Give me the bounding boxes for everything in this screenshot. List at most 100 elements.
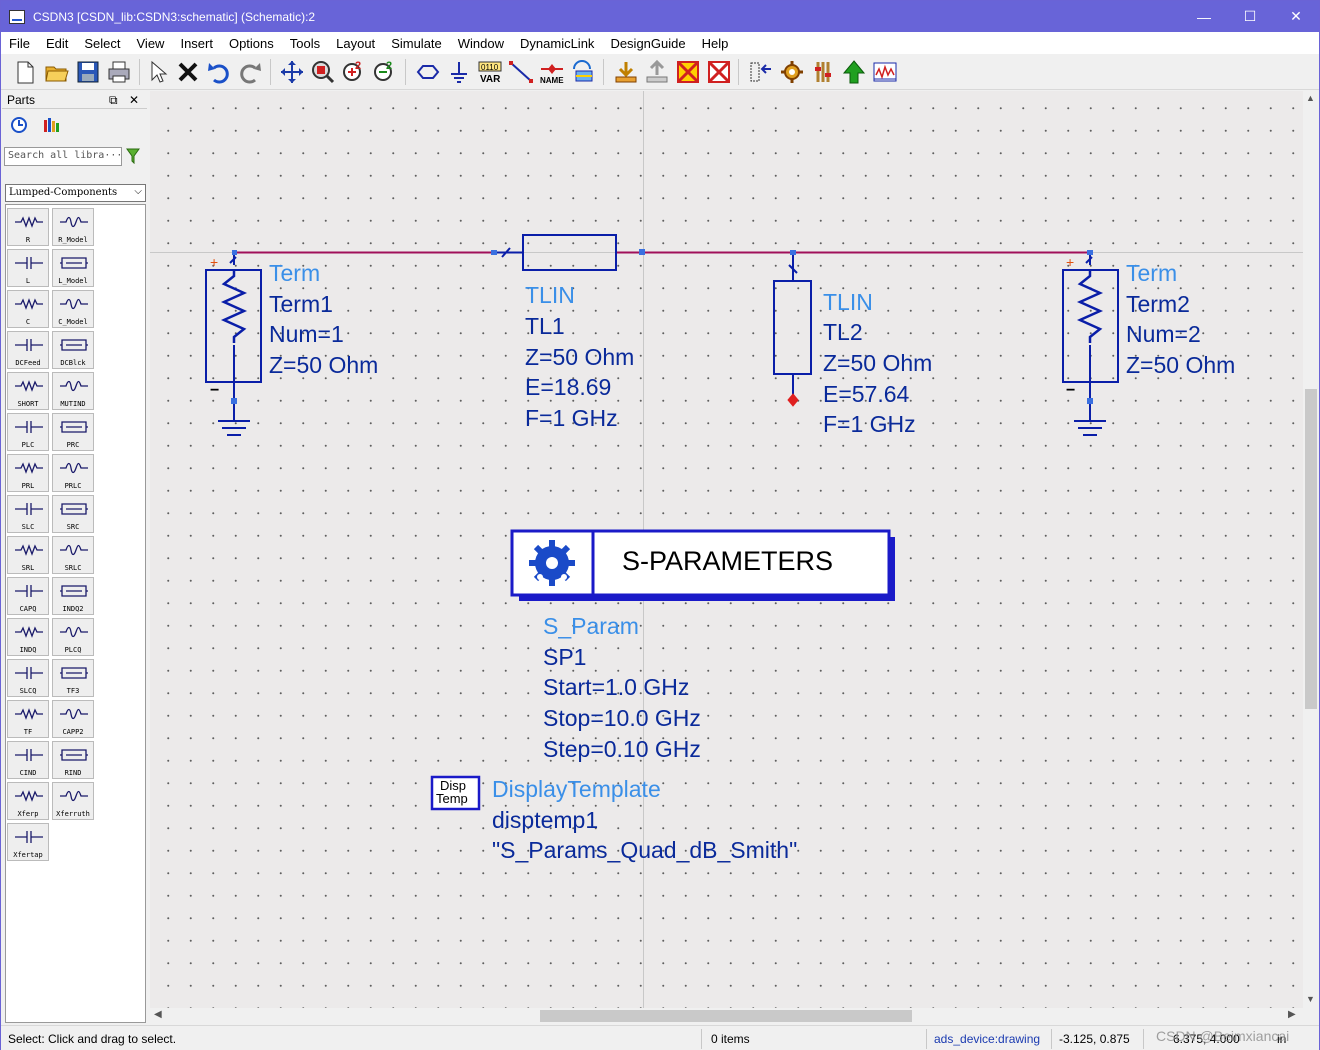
palette-item-prc[interactable]: PRC [52, 413, 94, 451]
term2-z-label: Z=50 Ohm [1126, 352, 1235, 378]
palette-item-tf[interactable]: TF [7, 700, 49, 738]
generate-layout-icon[interactable] [747, 58, 775, 86]
menu-options[interactable]: Options [221, 36, 282, 51]
palette-item-plc[interactable]: PLC [7, 413, 49, 451]
palette-item-xferp[interactable]: Xferp [7, 782, 49, 820]
menu-dynamiclink[interactable]: DynamicLink [512, 36, 602, 51]
redo-icon[interactable] [236, 58, 264, 86]
menu-window[interactable]: Window [450, 36, 512, 51]
palette-item-src[interactable]: SRC [52, 495, 94, 533]
var-icon[interactable]: 0110 VAR [476, 58, 504, 86]
palette-item-xfertap[interactable]: Xfertap [7, 823, 49, 861]
close-button[interactable]: ✕ [1273, 1, 1319, 32]
menu-tools[interactable]: Tools [282, 36, 328, 51]
status-layer[interactable]: ads_device:drawing [934, 1032, 1040, 1046]
parts-search-input[interactable]: Search all libra··· [4, 147, 122, 166]
menu-select[interactable]: Select [76, 36, 128, 51]
pan-icon[interactable] [278, 58, 306, 86]
palette-item-mutind[interactable]: MUTIND [52, 372, 94, 410]
insert-component-icon[interactable] [569, 58, 597, 86]
palette-item-indq[interactable]: INDQ [7, 618, 49, 656]
library-browser-icon[interactable] [42, 116, 60, 137]
delete-icon[interactable] [174, 58, 202, 86]
palette-item-cind[interactable]: CIND [7, 741, 49, 779]
slc-symbol-icon [15, 503, 43, 515]
horizontal-scroll-thumb[interactable] [540, 1010, 912, 1022]
menu-view[interactable]: View [129, 36, 173, 51]
port-icon[interactable] [414, 58, 442, 86]
palette-item-indq2[interactable]: INDQ2 [52, 577, 94, 615]
svg-text:+: + [1066, 254, 1074, 270]
menu-edit[interactable]: Edit [38, 36, 76, 51]
tuning-icon[interactable] [809, 58, 837, 86]
palette-item-dcblck[interactable]: DCBlck [52, 331, 94, 369]
vertical-scroll-thumb[interactable] [1305, 389, 1317, 709]
palette-item-l_model[interactable]: L_Model [52, 249, 94, 287]
palette-item-capp2[interactable]: CAPP2 [52, 700, 94, 738]
select-pointer-icon[interactable] [143, 58, 171, 86]
zoom-area-icon[interactable] [309, 58, 337, 86]
close-panel-icon[interactable]: ✕ [129, 93, 139, 107]
palette-item-plcq[interactable]: PLCQ [52, 618, 94, 656]
minimize-button[interactable]: — [1181, 1, 1227, 32]
scroll-up-icon[interactable]: ▲ [1306, 93, 1315, 103]
menu-insert[interactable]: Insert [172, 36, 221, 51]
float-panel-icon[interactable]: ⧉ [109, 93, 118, 108]
new-file-icon[interactable] [11, 58, 39, 86]
palette-item-l[interactable]: L [7, 249, 49, 287]
palette-item-c_model[interactable]: C_Model [52, 290, 94, 328]
horizontal-scrollbar[interactable]: ◀ ▶ [150, 1008, 1303, 1024]
palette-item-slcq[interactable]: SLCQ [7, 659, 49, 697]
name-icon[interactable]: NAME [538, 58, 566, 86]
simulation-setup-icon[interactable] [778, 58, 806, 86]
palette-item-prlc[interactable]: PRLC [52, 454, 94, 492]
library-select[interactable]: Lumped-Components ⌵ [5, 184, 146, 202]
palette-item-slc[interactable]: SLC [7, 495, 49, 533]
menu-designguide[interactable]: DesignGuide [602, 36, 693, 51]
simulate-icon[interactable] [840, 58, 868, 86]
palette-item-r[interactable]: R [7, 208, 49, 246]
zoom-in-icon[interactable]: 2 [340, 58, 368, 86]
term1-component[interactable]: + − [205, 250, 262, 436]
ground-icon[interactable] [445, 58, 473, 86]
print-icon[interactable] [105, 58, 133, 86]
palette-item-tf3[interactable]: TF3 [52, 659, 94, 697]
scroll-down-icon[interactable]: ▼ [1306, 994, 1315, 1004]
deactivate-icon[interactable] [674, 58, 702, 86]
palette-item-srlc[interactable]: SRLC [52, 536, 94, 574]
save-icon[interactable] [74, 58, 102, 86]
zoom-out-icon[interactable]: 2 [371, 58, 399, 86]
palette-item-rind[interactable]: RIND [52, 741, 94, 779]
palette-item-prl[interactable]: PRL [7, 454, 49, 492]
palette-item-srl[interactable]: SRL [7, 536, 49, 574]
pop-out-hierarchy-icon[interactable] [643, 58, 671, 86]
palette-item-xferruth[interactable]: Xferruth [52, 782, 94, 820]
s-parameters-controller[interactable]: S-PARAMETERS [510, 529, 895, 601]
schematic-canvas[interactable]: + − Term Term1 Num=1 Z=50 Ohm TLIN TL1 Z… [150, 91, 1303, 1008]
palette-item-short[interactable]: SHORT [7, 372, 49, 410]
scroll-right-icon[interactable]: ▶ [1288, 1009, 1296, 1020]
palette-item-r_model[interactable]: R_Model [52, 208, 94, 246]
palette-item-dcfeed[interactable]: DCFeed [7, 331, 49, 369]
palette-item-capq[interactable]: CAPQ [7, 577, 49, 615]
palette-item-c[interactable]: C [7, 290, 49, 328]
short-icon[interactable] [705, 58, 733, 86]
vertical-scrollbar[interactable]: ▲ ▼ [1303, 91, 1319, 1008]
term2-component[interactable]: + − [1062, 250, 1119, 436]
data-display-icon[interactable] [871, 58, 899, 86]
maximize-button[interactable]: ☐ [1227, 1, 1273, 32]
menu-help[interactable]: Help [694, 36, 737, 51]
wire-icon[interactable] [507, 58, 535, 86]
filter-icon[interactable] [126, 148, 140, 167]
menu-layout[interactable]: Layout [328, 36, 383, 51]
menu-file[interactable]: File [1, 36, 38, 51]
push-into-hierarchy-icon[interactable] [612, 58, 640, 86]
menu-simulate[interactable]: Simulate [383, 36, 450, 51]
history-icon[interactable] [10, 116, 28, 137]
display-template-component[interactable]: Disp Temp [430, 775, 481, 811]
tl2-component[interactable] [773, 250, 812, 407]
scroll-left-icon[interactable]: ◀ [154, 1009, 162, 1020]
open-folder-icon[interactable] [43, 58, 71, 86]
undo-icon[interactable] [205, 58, 233, 86]
sparam-name-label: SP1 [543, 644, 586, 670]
